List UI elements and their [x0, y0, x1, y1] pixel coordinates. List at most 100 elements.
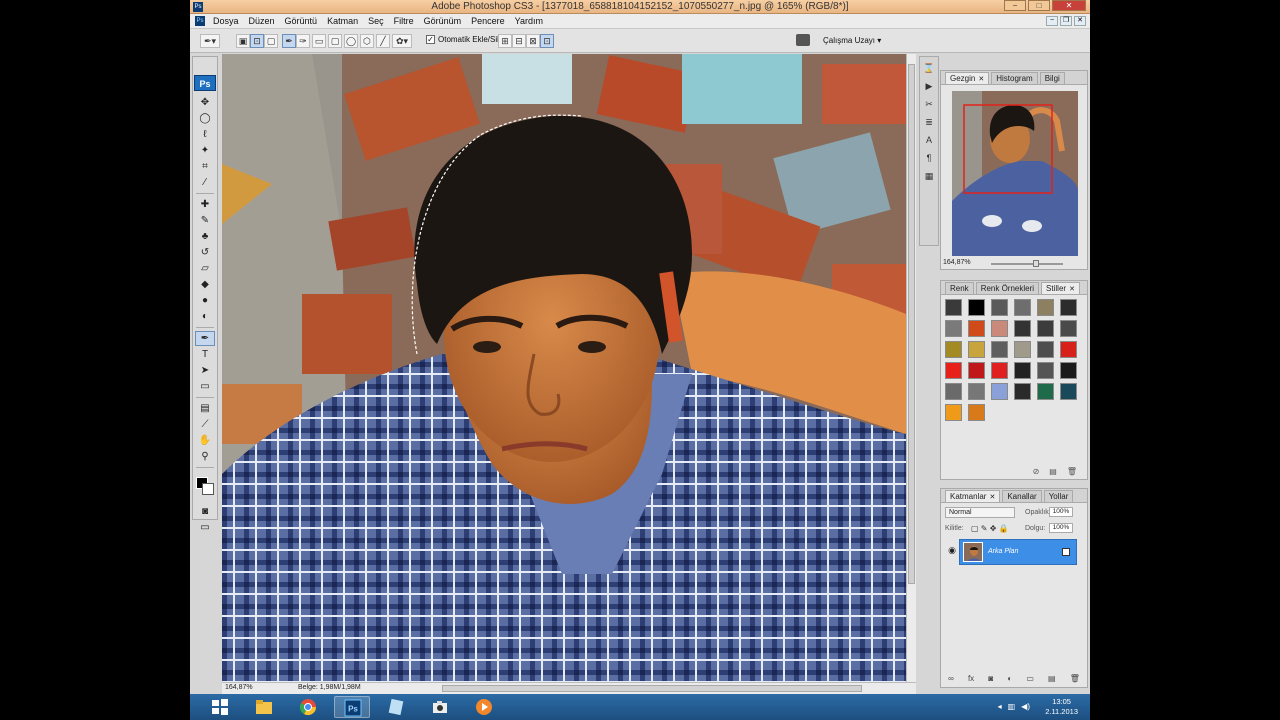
- crop-tool[interactable]: ⌗: [195, 159, 215, 174]
- paths-mode-icon[interactable]: ⊡: [250, 34, 264, 48]
- path-exclude-icon[interactable]: ⊡: [540, 34, 554, 48]
- path-add-icon[interactable]: ⊞: [498, 34, 512, 48]
- tool-presets-icon[interactable]: ✂: [921, 97, 937, 111]
- style-swatch[interactable]: [991, 341, 1008, 358]
- tab-swatches[interactable]: Renk Örnekleri: [975, 282, 1040, 294]
- brushes-icon[interactable]: ▦: [921, 169, 937, 183]
- style-swatch[interactable]: [1037, 341, 1054, 358]
- shape-layers-mode-icon[interactable]: ▣: [236, 34, 250, 48]
- document-canvas[interactable]: [222, 54, 906, 682]
- style-swatch[interactable]: [991, 299, 1008, 316]
- start-button[interactable]: [202, 696, 238, 718]
- delete-style-icon[interactable]: 🗑: [1067, 467, 1077, 477]
- layer-comps-icon[interactable]: ≣: [921, 115, 937, 129]
- eyedropper-tool[interactable]: ⟋: [195, 417, 215, 432]
- path-intersect-icon[interactable]: ⊠: [526, 34, 540, 48]
- doc-restore-button[interactable]: ❐: [1060, 16, 1072, 26]
- layer-group-icon[interactable]: ▭: [1026, 674, 1034, 683]
- new-style-icon[interactable]: ▤: [1049, 467, 1057, 477]
- tab-channels[interactable]: Kanallar: [1002, 490, 1042, 502]
- vertical-scroll-thumb[interactable]: [908, 64, 915, 584]
- close-button[interactable]: ✕: [1052, 0, 1086, 11]
- menu-katman[interactable]: Katman: [322, 16, 363, 26]
- style-swatch[interactable]: [968, 320, 985, 337]
- volume-icon[interactable]: ◀): [1021, 702, 1030, 711]
- marquee-tool[interactable]: ◯: [195, 111, 215, 126]
- fill-input[interactable]: 100%: [1049, 523, 1073, 533]
- navigator-thumbnail[interactable]: [952, 91, 1078, 256]
- blur-tool[interactable]: ●: [195, 293, 215, 308]
- menu-dosya[interactable]: Dosya: [208, 16, 244, 26]
- auto-add-checkbox[interactable]: ✓: [426, 35, 435, 44]
- fill-pixels-mode-icon[interactable]: ▢: [264, 34, 278, 48]
- custom-shape-icon[interactable]: ✿▾: [392, 34, 412, 48]
- menu-yardim[interactable]: Yardım: [510, 16, 548, 26]
- navigator-zoom-knob[interactable]: [1033, 260, 1039, 267]
- horizontal-scrollbar[interactable]: [442, 685, 862, 692]
- type-tool[interactable]: T: [195, 347, 215, 362]
- minimize-button[interactable]: −: [1004, 0, 1026, 11]
- color-swatches[interactable]: [193, 471, 217, 503]
- quick-mask-icon[interactable]: ◙: [195, 504, 215, 519]
- style-swatch[interactable]: [968, 404, 985, 421]
- move-tool[interactable]: ✥: [195, 95, 215, 110]
- menu-pencere[interactable]: Pencere: [466, 16, 510, 26]
- history-brush-tool[interactable]: ↺: [195, 245, 215, 260]
- style-swatch[interactable]: [1060, 362, 1077, 379]
- style-swatch[interactable]: [1037, 362, 1054, 379]
- tab-info[interactable]: Bilgi: [1039, 72, 1065, 84]
- menu-filtre[interactable]: Filtre: [389, 16, 419, 26]
- navigator-zoom-slider[interactable]: [991, 263, 1063, 265]
- adjustment-layer-icon[interactable]: ◐: [1007, 674, 1012, 683]
- style-swatch[interactable]: [945, 383, 962, 400]
- taskbar-chrome[interactable]: [290, 696, 326, 718]
- taskbar-photoshop[interactable]: Ps: [334, 696, 370, 718]
- style-swatch[interactable]: [968, 341, 985, 358]
- style-swatch[interactable]: [968, 383, 985, 400]
- doc-close-button[interactable]: ✕: [1074, 16, 1086, 26]
- menu-goruntu[interactable]: Görüntü: [280, 16, 323, 26]
- style-swatch[interactable]: [1014, 341, 1031, 358]
- style-swatch[interactable]: [1037, 320, 1054, 337]
- style-swatch[interactable]: [991, 320, 1008, 337]
- rectangle-shape-icon[interactable]: ▭: [312, 34, 326, 48]
- auto-add-delete-option[interactable]: ✓ Otomatik Ekle/Sil: [426, 35, 499, 44]
- style-swatch[interactable]: [1014, 383, 1031, 400]
- hand-tool[interactable]: ✋: [195, 433, 215, 448]
- style-swatch[interactable]: [991, 362, 1008, 379]
- style-swatch[interactable]: [968, 362, 985, 379]
- tab-layers[interactable]: Katmanlar ✕: [945, 490, 1001, 502]
- taskbar-notes[interactable]: [378, 696, 414, 718]
- polygon-shape-icon[interactable]: ⬡: [360, 34, 374, 48]
- style-swatch[interactable]: [945, 299, 962, 316]
- taskbar-camera[interactable]: [422, 696, 458, 718]
- layer-mask-icon[interactable]: ◙: [988, 674, 993, 683]
- screen-mode-icon[interactable]: ▭: [195, 520, 215, 535]
- paragraph-icon[interactable]: ¶: [921, 151, 937, 165]
- zoom-readout[interactable]: 164,87%: [225, 684, 255, 691]
- background-color[interactable]: [202, 483, 214, 495]
- path-subtract-icon[interactable]: ⊟: [512, 34, 526, 48]
- style-swatch[interactable]: [1060, 383, 1077, 400]
- healing-brush-tool[interactable]: ✚: [195, 197, 215, 212]
- style-swatch[interactable]: [968, 299, 985, 316]
- line-shape-icon[interactable]: ╱: [376, 34, 390, 48]
- style-swatch[interactable]: [1060, 320, 1077, 337]
- tab-paths[interactable]: Yollar: [1043, 490, 1074, 502]
- taskbar-file-explorer[interactable]: [246, 696, 282, 718]
- notes-tool[interactable]: ▤: [195, 401, 215, 416]
- pen-tool[interactable]: ✒: [195, 331, 215, 346]
- brush-tool[interactable]: ✎: [195, 213, 215, 228]
- layer-style-icon[interactable]: fx: [968, 674, 974, 683]
- delete-layer-icon[interactable]: 🗑: [1070, 674, 1080, 683]
- tab-navigator[interactable]: Gezgin ✕: [945, 72, 990, 84]
- path-selection-tool[interactable]: ➤: [195, 363, 215, 378]
- character-icon[interactable]: A: [921, 133, 937, 147]
- magic-wand-tool[interactable]: ✦: [195, 143, 215, 158]
- ps-menu-icon[interactable]: Ps: [195, 16, 205, 26]
- freeform-pen-icon[interactable]: ✑: [296, 34, 310, 48]
- menu-gorunum[interactable]: Görünüm: [419, 16, 467, 26]
- paint-bucket-tool[interactable]: ◆: [195, 277, 215, 292]
- ellipse-shape-icon[interactable]: ◯: [344, 34, 358, 48]
- new-layer-icon[interactable]: ▤: [1048, 674, 1056, 683]
